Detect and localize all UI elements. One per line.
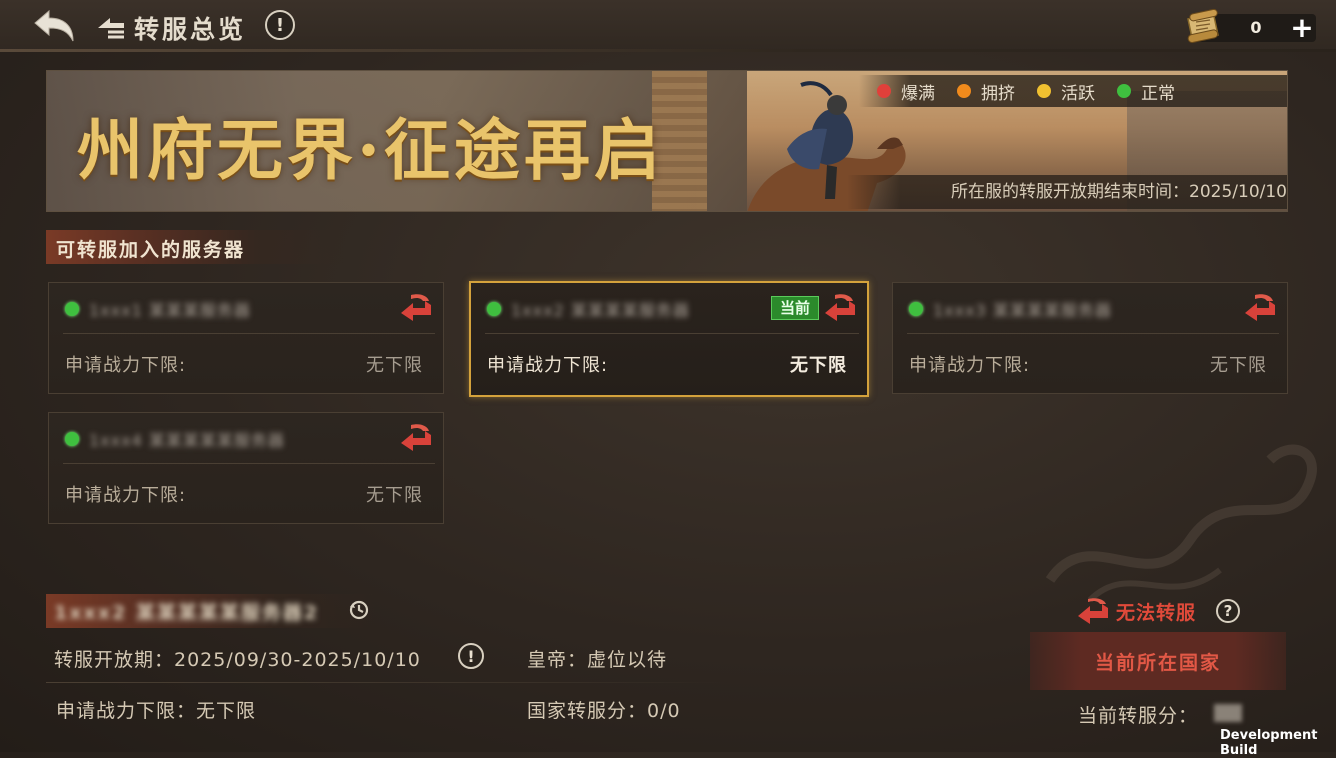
status-dot-full-icon (877, 84, 891, 98)
status-normal-icon (909, 302, 923, 316)
status-dot-normal-icon (1117, 84, 1131, 98)
server-status-legend: 爆满 拥挤 活跃 正常 (859, 75, 1287, 107)
server-card[interactable]: 1xxx1 某某某服务器 申请战力下限: 无下限 (48, 282, 444, 394)
dragon-watermark-icon (1045, 444, 1317, 603)
power-limit-value: 无下限 (1210, 355, 1267, 376)
transfer-icon[interactable] (399, 421, 433, 455)
status-normal-icon (65, 432, 79, 446)
legend-full: 爆满 (877, 79, 935, 104)
info-row-divider (46, 682, 726, 683)
current-country-button[interactable]: 当前所在国家 (1030, 632, 1286, 690)
emperor-info: 皇帝：虚位以待 (527, 649, 668, 671)
add-currency-button[interactable]: + (1290, 14, 1314, 42)
top-bar-divider (0, 49, 1336, 52)
status-dot-crowded-icon (957, 84, 971, 98)
server-name: 1xxx3 某某某某服务器 (933, 301, 1112, 320)
transfer-end-time: 所在服的转服开放期结束时间：2025/10/10 (847, 175, 1287, 209)
power-limit-value: 无下限 (366, 355, 423, 376)
server-name: 1xxx2 某某某某服务器 (511, 301, 690, 320)
current-badge: 当前 (771, 296, 819, 320)
back-button[interactable] (28, 6, 78, 46)
status-dot-active-icon (1037, 84, 1051, 98)
status-normal-icon (487, 302, 501, 316)
card-divider (63, 463, 435, 464)
banner-title: 州府无界·征途再启 (77, 111, 664, 189)
transfer-period: 转服开放期：2025/09/30-2025/10/10 (54, 649, 421, 671)
card-divider (907, 333, 1279, 334)
power-limit-value: 无下限 (366, 485, 423, 506)
legend-active: 活跃 (1037, 79, 1095, 104)
cannot-transfer-label: 无法转服 (1116, 602, 1197, 624)
power-limit-label: 申请战力下限: (487, 355, 609, 376)
legend-label: 正常 (1141, 83, 1175, 104)
transfer-icon[interactable] (823, 291, 857, 325)
card-divider (485, 333, 859, 334)
transfer-icon[interactable] (1243, 291, 1277, 325)
history-icon[interactable] (348, 599, 370, 621)
legend-label: 爆满 (901, 83, 935, 104)
server-card[interactable]: 1xxx3 某某某某服务器 申请战力下限: 无下限 (892, 282, 1288, 394)
dev-build-watermark: Development Build (1220, 728, 1318, 758)
current-server-name: 1xxx2 某某某某某服务器2 (54, 602, 320, 624)
status-normal-icon (65, 302, 79, 316)
period-info-button[interactable]: ! (458, 643, 484, 669)
transfer-icon[interactable] (399, 291, 433, 325)
cannot-transfer-icon (1078, 598, 1108, 624)
section-title: 可转服加入的服务器 (56, 239, 246, 261)
legend-crowded: 拥挤 (957, 79, 1015, 104)
legend-label: 拥挤 (981, 83, 1015, 104)
power-limit-info: 申请战力下限：无下限 (56, 700, 257, 722)
currency-count: 0 (1250, 18, 1262, 37)
transfer-title-icon (94, 12, 128, 42)
legend-label: 活跃 (1061, 83, 1095, 104)
power-limit-label: 申请战力下限: (909, 355, 1031, 376)
help-button[interactable]: ? (1216, 599, 1240, 623)
transfer-score-label: 当前转服分： (1078, 705, 1199, 727)
card-divider (63, 333, 435, 334)
event-banner: 州府无界·征途再启 爆满 拥挤 活跃 正常 所在服的转服开放期结束时间：2025… (46, 70, 1288, 212)
country-score-info: 国家转服分：0/0 (527, 700, 681, 722)
power-limit-value: 无下限 (790, 355, 847, 376)
legend-normal: 正常 (1117, 79, 1175, 104)
scroll-icon (1182, 8, 1224, 48)
server-card[interactable]: 1xxx4 某某某某某服务器 申请战力下限: 无下限 (48, 412, 444, 524)
power-limit-label: 申请战力下限: (65, 485, 187, 506)
power-limit-label: 申请战力下限: (65, 355, 187, 376)
back-arrow-icon (34, 9, 74, 42)
server-card-current[interactable]: 1xxx2 某某某某服务器 当前 申请战力下限: 无下限 (469, 281, 869, 397)
page-title: 转服总览 (134, 15, 247, 44)
info-button[interactable]: ! (265, 10, 295, 40)
transfer-score-value (1214, 704, 1242, 722)
server-name: 1xxx4 某某某某某服务器 (89, 431, 285, 450)
server-name: 1xxx1 某某某服务器 (89, 301, 251, 320)
